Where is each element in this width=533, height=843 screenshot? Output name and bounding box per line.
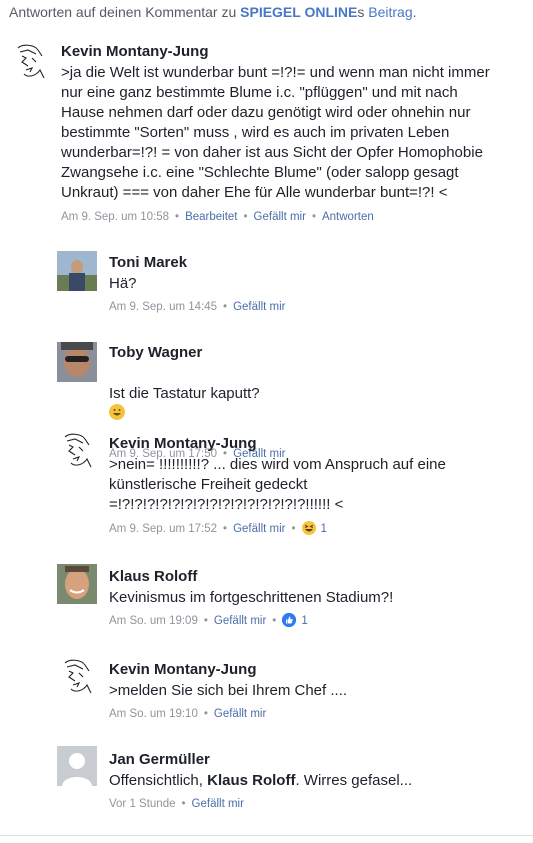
avatar-toni-marek[interactable] [57,251,97,291]
reply-text-prefix: Offensichtlich, [109,772,208,789]
notification-header: Antworten auf deinen Kommentar zu SPIEGE… [9,4,417,20]
sketch-avatar[interactable] [10,42,50,82]
header-suffix: . [412,4,417,20]
reply-author[interactable]: Klaus Roloff [109,567,519,586]
comment-timestamp[interactable]: Am 9. Sep. um 10:58 [61,211,169,223]
comment-author[interactable]: Kevin Montany-Jung [61,42,526,61]
reply-text-suffix: . Wirres gefasel... [295,772,413,789]
mention-link[interactable]: Klaus Roloff [207,772,295,789]
comment-text: >ja die Welt ist wunderbar bunt =!?!= un… [61,64,490,201]
reply-author[interactable]: Toby Wagner [109,343,519,362]
like-button[interactable]: Gefällt mir [254,211,306,223]
reply-meta: Am So. um 19:09 • Gefällt mir • 1 [109,613,308,627]
site-link[interactable]: SPIEGEL ONLINE [240,4,357,20]
reaction-count[interactable]: 1 [301,615,307,627]
reply-meta: Am So. um 19:10 • Gefällt mir [109,708,267,720]
like-button[interactable]: Gefällt mir [233,523,285,535]
reply-author[interactable]: Jan Germüller [109,750,519,769]
article-link[interactable]: Beitrag [368,4,412,20]
reply-text: Kevinismus im fortgeschrittenen Stadium?… [109,589,394,606]
reply-timestamp[interactable]: Am So. um 19:09 [109,615,198,627]
default-avatar[interactable] [57,746,97,786]
bottom-divider [0,835,533,836]
reply-meta: Am 9. Sep. um 14:45 • Gefällt mir [109,301,286,313]
photo-avatar-icon [57,342,97,382]
like-button[interactable]: Gefällt mir [233,301,285,313]
reply-text-row: Ist die Tastatur kaputt? [109,364,519,441]
reply-text: Hä? [109,275,137,292]
reply-author[interactable]: Kevin Montany-Jung [109,660,519,679]
reply-author[interactable]: Toni Marek [109,253,519,272]
like-button[interactable]: Gefällt mir [214,708,266,720]
sketch-avatar[interactable] [57,431,97,471]
line-drawing-face-icon [57,657,97,697]
reply-timestamp[interactable]: Am 9. Sep. um 14:45 [109,301,217,313]
line-drawing-face-icon [57,431,97,471]
reply-meta: Am 9. Sep. um 17:52 • Gefällt mir • 1 [109,521,327,535]
photo-avatar-icon [57,564,97,604]
comment-meta: Am 9. Sep. um 10:58 • Bearbeitet • Gefällt m… [61,211,374,223]
reply-author[interactable]: Kevin Montany-Jung [109,434,529,453]
grinning-emoji-icon [109,404,125,420]
sketch-avatar[interactable] [57,657,97,697]
avatar-toby-wagner[interactable] [57,342,97,382]
like-reaction-icon[interactable] [282,613,297,627]
reaction-count[interactable]: 1 [321,523,327,535]
laugh-reaction-icon[interactable] [301,521,316,535]
reply-text-row: Offensichtlich, Klaus Roloff. Wirres gef… [109,771,519,791]
reply-text: >melden Sie sich bei Ihrem Chef .... [109,682,348,699]
default-profile-silhouette-icon [57,746,97,786]
reply-text: >nein= !!!!!!!!!!? ... dies wird vom Ans… [109,456,446,513]
reply-timestamp[interactable]: Vor 1 Stunde [109,798,176,810]
header-possessive: s [357,4,369,20]
like-button[interactable]: Gefällt mir [214,615,266,627]
header-prefix: Antworten auf deinen Kommentar zu [9,4,241,20]
photo-avatar-icon [57,251,97,291]
edited-link[interactable]: Bearbeitet [185,211,237,223]
reply-timestamp[interactable]: Am So. um 19:10 [109,708,198,720]
like-button[interactable]: Gefällt mir [192,798,244,810]
line-drawing-face-icon [10,42,50,82]
reply-text: Ist die Tastatur kaputt? [109,385,260,402]
avatar-klaus-roloff[interactable] [57,564,97,604]
reply-button[interactable]: Antworten [322,211,374,223]
reply-timestamp[interactable]: Am 9. Sep. um 17:52 [109,523,217,535]
reply-meta: Vor 1 Stunde • Gefällt mir [109,798,244,810]
